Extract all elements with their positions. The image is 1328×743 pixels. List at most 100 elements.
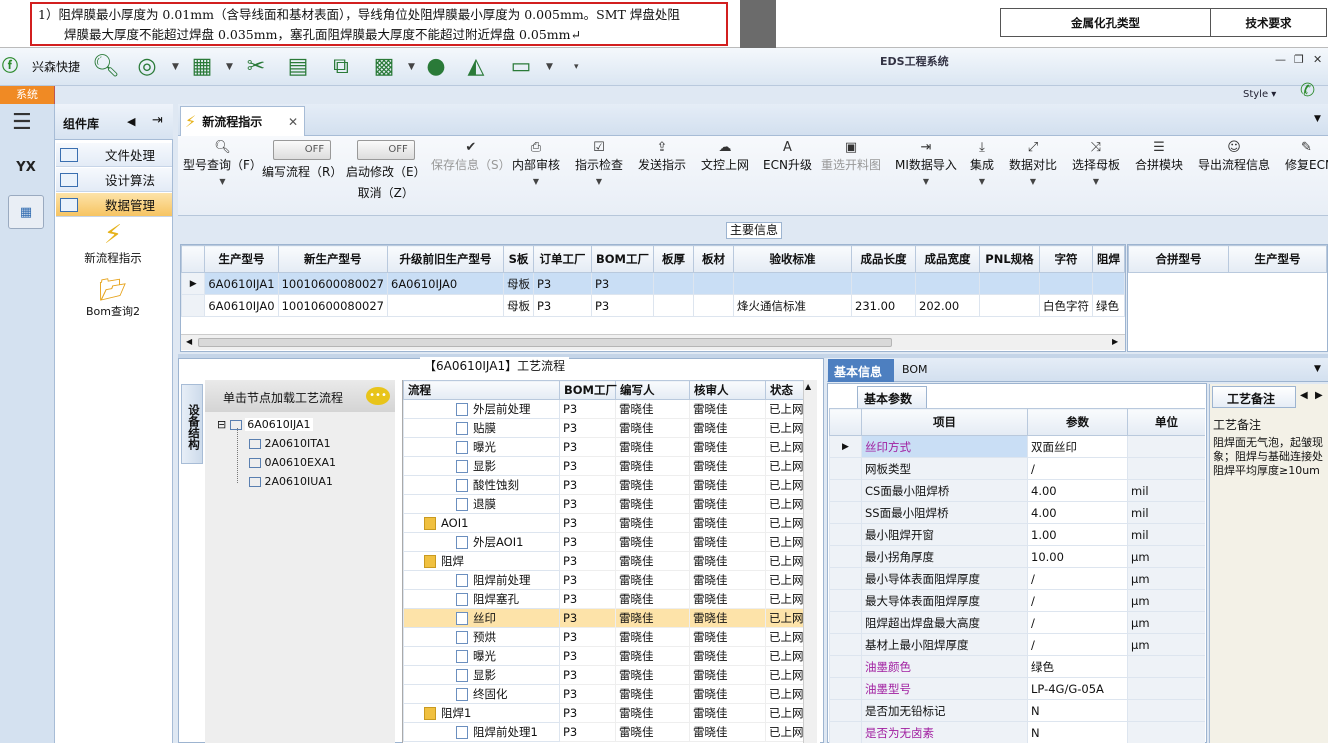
scrollbar-thumb[interactable] [198,338,892,347]
film-icon[interactable]: ▤ [284,52,312,80]
param-value[interactable]: 双面丝印 [1027,435,1128,458]
flow-step-cell[interactable]: 预烘 [403,627,560,647]
table-row[interactable]: ▶ 丝印方式 双面丝印 [829,435,1205,458]
table-cell[interactable]: 6A0610IJA1 [204,272,279,295]
column-header[interactable]: 订单工厂 [533,245,592,273]
column-header[interactable]: 流程 [403,380,560,400]
flow-step-cell[interactable]: 退膜 [403,494,560,514]
check-instruction-button[interactable]: ☑ 指示检查 ▼ [575,140,623,187]
menu-item-algorithm[interactable]: 设计算法 [56,168,172,192]
table-row[interactable]: CS面最小阻焊桥 4.00 mil [829,479,1205,502]
column-header[interactable]: 成品宽度 [915,245,980,273]
column-header[interactable]: 成品长度 [851,245,916,273]
table-row[interactable]: 最小阻焊开窗 1.00 mil [829,523,1205,546]
table-row[interactable]: 油墨型号 LP-4G/G-05A [829,677,1205,700]
table-cell[interactable] [387,294,504,317]
table-cell[interactable]: P3 [533,294,592,317]
column-header[interactable]: 核审人 [689,380,766,400]
vertical-scrollbar[interactable] [803,380,817,743]
flow-step-cell[interactable]: 阻焊前处理1 [403,722,560,742]
chevron-down-icon[interactable]: ▼ [172,62,179,72]
table-row[interactable]: 阻焊前处理1 P3 雷晓佳 雷晓佳 已上网 [403,722,804,742]
flow-step-cell[interactable]: 阻焊1 [403,703,560,723]
table-row[interactable]: 最小拐角厚度 10.00 μm [829,545,1205,568]
tree-node-root[interactable]: ⊟ 6A0610IJA1 [217,418,313,431]
param-value[interactable]: LP-4G/G-05A [1027,677,1128,700]
table-icon[interactable]: ▦ [188,52,216,80]
menu-item-data[interactable]: 数据管理 [56,193,172,217]
tab-bom[interactable]: BOM [902,363,928,376]
column-header[interactable]: 新生产型号 [277,245,389,273]
column-header[interactable]: 单位 [1127,408,1205,436]
table-row[interactable]: SS面最小阻焊桥 4.00 mil [829,501,1205,524]
table-row[interactable]: 油墨颜色 绿色 [829,655,1205,678]
flow-step-cell[interactable]: 外层AOI1 [403,532,560,552]
flow-step-cell[interactable]: 贴膜 [403,418,560,438]
scissors-icon[interactable]: ✂ [242,52,270,80]
copy-icon[interactable]: ⧉ [327,52,355,80]
chevron-down-icon[interactable]: ▼ [226,62,233,72]
table-cell[interactable] [979,294,1040,317]
column-header[interactable]: BOM工厂 [591,245,654,273]
table-row[interactable]: 显影 P3 雷晓佳 雷晓佳 已上网 [403,456,804,476]
close-icon[interactable]: ✕ [288,115,298,129]
table-cell[interactable]: P3 [533,272,592,295]
user-icon[interactable]: ● [422,52,450,80]
column-header[interactable]: 升级前旧生产型号 [387,245,504,273]
bom-query-tool[interactable]: 📂︎ Bom查询2 [65,278,161,319]
area-chart-icon[interactable]: ◭ [462,52,490,80]
table-row[interactable]: 网板类型 / [829,457,1205,480]
column-header[interactable]: 生产型号 [204,245,279,273]
scroll-right-icon[interactable]: ▶ [1112,337,1118,346]
table-row[interactable]: 外层AOI1 P3 雷晓佳 雷晓佳 已上网 [403,532,804,552]
column-header[interactable]: 验收标准 [733,245,852,273]
table-cell[interactable]: 6A0610IJA0 [204,294,279,317]
customize-icon[interactable]: ▾ [574,62,579,72]
minimize-icon[interactable]: — [1275,53,1286,66]
column-header[interactable]: BOM工厂 [559,380,617,400]
select-mother-board-button[interactable]: ⤨ 选择母板 ▼ [1072,140,1120,187]
tab-process-memo[interactable]: 工艺备注 [1212,386,1296,408]
device-structure-tab[interactable]: 设备结构 [181,384,203,464]
chevron-down-icon[interactable]: ▼ [1314,114,1321,124]
scroll-up-icon[interactable]: ▲ [805,382,811,391]
table-row[interactable]: 预烘 P3 雷晓佳 雷晓佳 已上网 [403,627,804,647]
param-value[interactable]: / [1027,589,1128,612]
restore-icon[interactable]: ❐ [1294,53,1304,66]
table-cell[interactable]: 绿色 [1092,294,1125,317]
merge-module-button[interactable]: ☰ 合拼模块 [1135,140,1183,173]
tab-basic-info[interactable]: 基本信息 [828,359,894,382]
table-row[interactable]: 阻焊前处理 P3 雷晓佳 雷晓佳 已上网 [403,570,804,590]
col-prod-model[interactable]: 生产型号 [1228,245,1327,273]
table-cell[interactable]: 母板 [503,294,534,317]
new-flow-tool[interactable]: ⚡ 新流程指示 [65,220,161,266]
send-instruction-button[interactable]: ⇪ 发送指示 [638,140,686,173]
param-value[interactable]: / [1027,633,1128,656]
doc-online-button[interactable]: ☁ 文控上网 [701,140,749,173]
table-cell[interactable] [1092,272,1125,295]
ecn-upgrade-button[interactable]: A ECN升级 [763,140,812,173]
table-row[interactable]: 最大导体表面阻焊厚度 / μm [829,589,1205,612]
table-row[interactable]: 酸性蚀刻 P3 雷晓佳 雷晓佳 已上网 [403,475,804,495]
table-row[interactable]: 阻焊1 P3 雷晓佳 雷晓佳 已上网 [403,703,804,723]
off-toggle[interactable]: OFF [273,140,332,160]
table-cell[interactable] [693,294,734,317]
flow-step-cell[interactable]: 阻焊塞孔 [403,589,560,609]
table-cell[interactable]: 10010600080027 [277,294,389,317]
table-cell[interactable]: 202.00 [915,294,980,317]
table-cell[interactable] [653,294,694,317]
table-cell[interactable]: 烽火通信标准 [733,294,852,317]
lifebuoy-icon[interactable]: ◎ [133,52,161,80]
table-cell[interactable]: 母板 [503,272,534,295]
phone-icon[interactable]: ✆ [1300,80,1315,101]
table-cell[interactable]: P3 [591,272,654,295]
table-cell[interactable] [733,272,852,295]
chevron-down-icon[interactable]: ▼ [1314,364,1321,374]
mi-import-button[interactable]: ⇥ MI数据导入 ▼ [895,140,957,187]
off-toggle[interactable]: OFF [356,140,415,160]
flow-step-cell[interactable]: 阻焊 [403,551,560,571]
param-value[interactable]: 4.00 [1027,501,1128,524]
table-row[interactable]: 是否为无卤素 N [829,721,1205,743]
reselect-cut-button[interactable]: ▣ 重选开料图 [821,140,881,173]
table-row[interactable]: 显影 P3 雷晓佳 雷晓佳 已上网 [403,665,804,685]
